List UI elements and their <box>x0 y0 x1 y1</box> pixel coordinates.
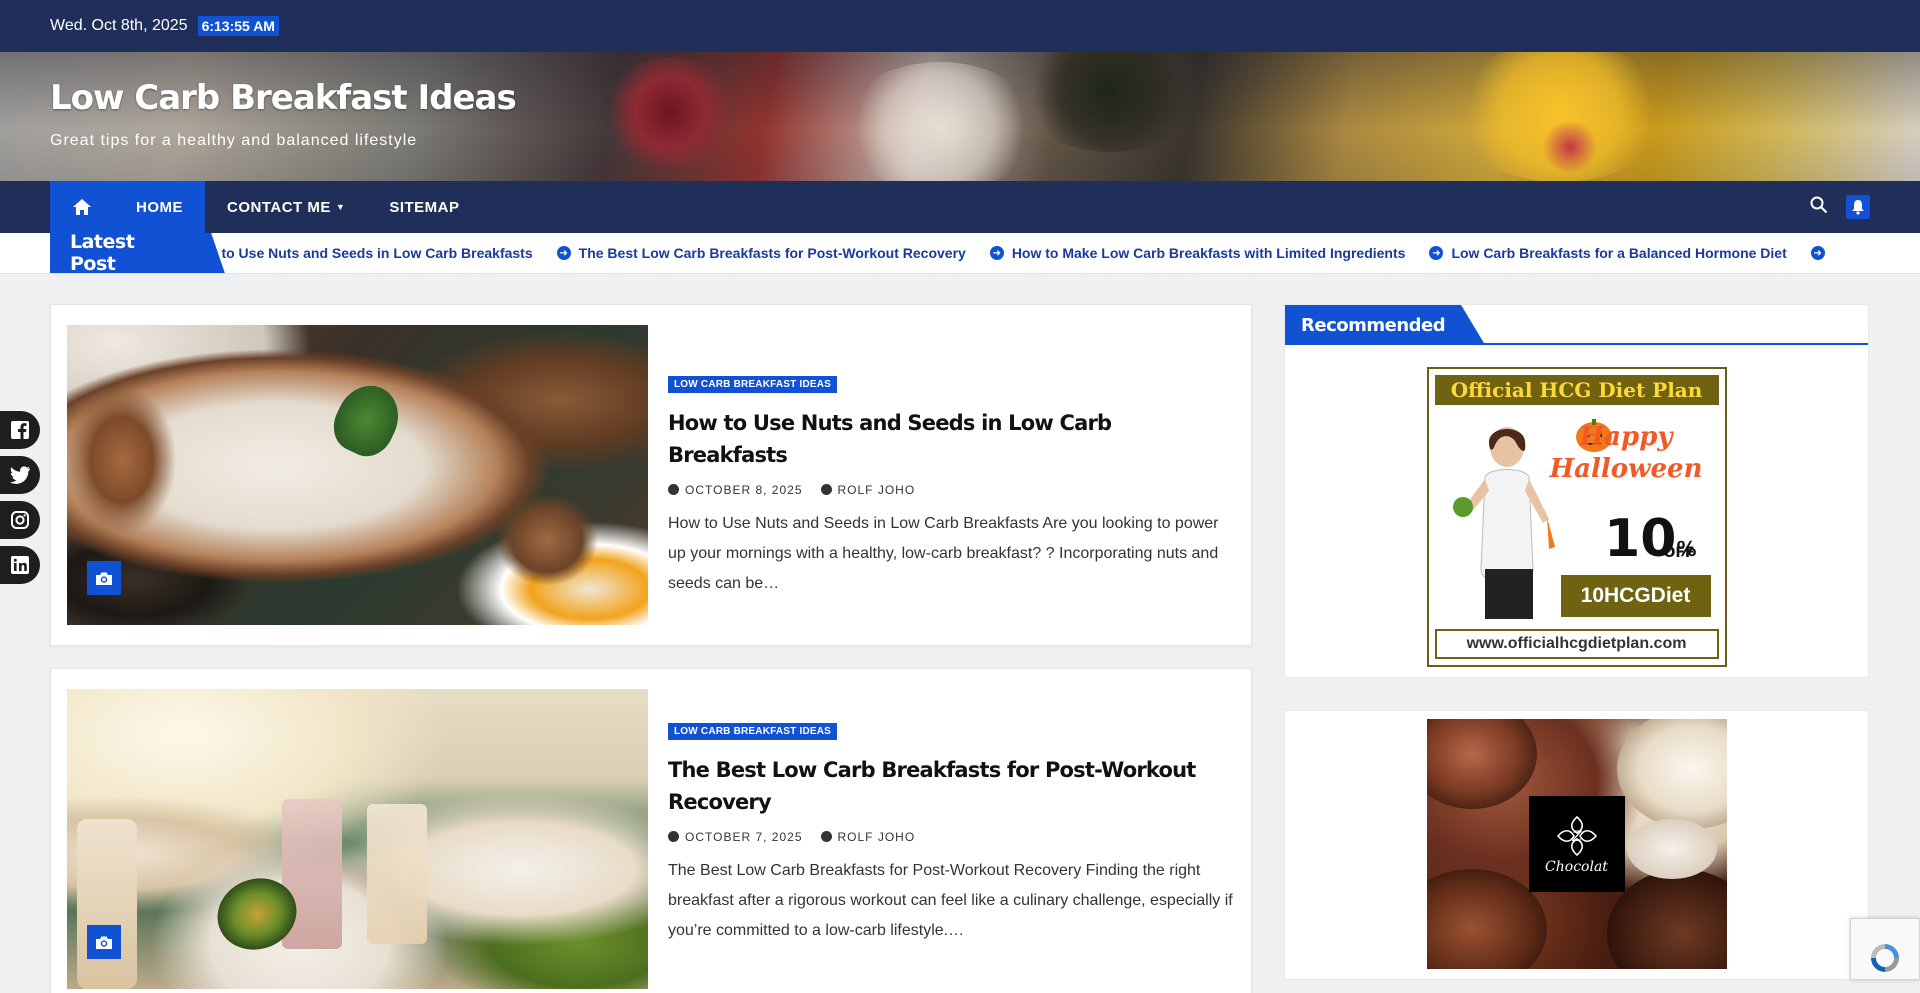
post-title[interactable]: The Best Low Carb Breakfasts for Post-Wo… <box>668 754 1235 818</box>
ad-discount: 10% OFF <box>1604 509 1696 569</box>
social-links <box>0 411 40 584</box>
nav-contact[interactable]: CONTACT ME ▼ <box>205 181 367 233</box>
current-time: 6:13:55 AM <box>197 16 279 36</box>
chocolate-widget: Z Chocolat <box>1284 710 1869 980</box>
ad-url: www.officialhcgdietplan.com <box>1434 629 1719 659</box>
post-author[interactable]: ROLF JOHO <box>820 830 916 844</box>
ticker-item[interactable]: ➜ <box>1810 246 1857 260</box>
svg-text:Z: Z <box>1571 829 1582 845</box>
arrow-right-icon: ➜ <box>556 246 571 260</box>
post-title[interactable]: How to Use Nuts and Seeds in Low Carb Br… <box>668 407 1235 471</box>
ticker-item-text: Low Carb Breakfasts for a Balanced Hormo… <box>1451 245 1787 261</box>
linkedin-icon[interactable] <box>0 546 40 584</box>
post-thumbnail[interactable] <box>67 689 648 989</box>
twitter-icon[interactable] <box>0 456 40 494</box>
post-thumbnail[interactable] <box>67 325 648 625</box>
post-date[interactable]: OCTOBER 7, 2025 <box>668 830 803 844</box>
facebook-icon[interactable] <box>0 411 40 449</box>
nav-contact-label: CONTACT ME <box>227 198 331 216</box>
user-icon <box>820 484 832 495</box>
arrow-right-icon: ➜ <box>1810 246 1825 260</box>
ornament-icon: Z <box>1556 815 1597 857</box>
ad-off: OFF <box>1663 545 1695 561</box>
post-list: LOW CARB BREAKFAST IDEAS How to Use Nuts… <box>50 304 1252 993</box>
chevron-down-icon: ▼ <box>335 202 346 212</box>
site-header: Low Carb Breakfast Ideas Great tips for … <box>0 52 1920 181</box>
search-icon[interactable] <box>1810 196 1828 219</box>
ticker-item-text: How to Use Nuts and Seeds in Low Carb Br… <box>220 245 533 261</box>
post-date-text: OCTOBER 8, 2025 <box>685 483 803 497</box>
ticker-item-text: How to Make Low Carb Breakfasts with Lim… <box>1011 245 1406 261</box>
ticker-track: How to Use Nuts and Seeds in Low Carb Br… <box>220 245 1920 261</box>
clock-icon <box>668 484 679 495</box>
hcg-diet-ad[interactable]: Official HCG Diet Plan Happy Halloween 10… <box>1426 367 1727 667</box>
post-excerpt: How to Use Nuts and Seeds in Low Carb Br… <box>668 515 1219 592</box>
post-author-text: ROLF JOHO <box>837 830 916 844</box>
nav-sitemap-label: SITEMAP <box>389 198 460 216</box>
nav-home[interactable]: HOME <box>114 181 205 233</box>
post-category[interactable]: LOW CARB BREAKFAST IDEAS <box>668 723 838 740</box>
sidebar: Recommended Official HCG Diet Plan Happy… <box>1284 304 1869 980</box>
arrow-right-icon: ➜ <box>1429 246 1444 260</box>
ad-coupon-code: 10HCGDiet <box>1560 575 1711 617</box>
camera-icon <box>87 925 121 959</box>
home-icon[interactable] <box>50 181 114 233</box>
main-navigation: HOME CONTACT ME ▼ SITEMAP <box>0 181 1920 233</box>
clock-icon <box>668 831 679 842</box>
nav-home-label: HOME <box>136 198 183 216</box>
recommended-widget: Recommended Official HCG Diet Plan Happy… <box>1284 304 1869 678</box>
nav-sitemap[interactable]: SITEMAP <box>367 181 481 233</box>
post-card: LOW CARB BREAKFAST IDEAS How to Use Nuts… <box>50 304 1252 646</box>
chocolat-ad[interactable]: Z Chocolat <box>1426 719 1727 969</box>
instagram-icon[interactable] <box>0 501 40 539</box>
site-title[interactable]: Low Carb Breakfast Ideas <box>50 78 517 118</box>
ad-promo-line2: Halloween <box>1549 454 1703 484</box>
ticker-item[interactable]: ➜ Low Carb Breakfasts for a Balanced Horm… <box>1429 245 1810 261</box>
latest-post-label: Latest Post <box>50 233 225 273</box>
post-date-text: OCTOBER 7, 2025 <box>685 830 803 844</box>
post-date[interactable]: OCTOBER 8, 2025 <box>668 483 803 497</box>
post-author-text: ROLF JOHO <box>837 483 916 497</box>
chocolat-logo: Z Chocolat <box>1528 796 1625 892</box>
user-icon <box>820 831 832 842</box>
ad-model-image <box>1452 427 1555 619</box>
camera-icon <box>87 561 121 595</box>
ad-promo: Happy Halloween <box>1550 421 1703 485</box>
post-category[interactable]: LOW CARB BREAKFAST IDEAS <box>668 376 838 393</box>
recaptcha-icon <box>1871 944 1899 972</box>
post-card: LOW CARB BREAKFAST IDEAS The Best Low Ca… <box>50 668 1252 993</box>
site-tagline: Great tips for a healthy and balanced li… <box>50 132 418 149</box>
ad-promo-line1: Happy <box>1579 422 1673 452</box>
widget-header: Recommended <box>1285 305 1868 345</box>
widget-title: Recommended <box>1285 305 1486 345</box>
top-bar: Wed. Oct 8th, 2025 6:13:55 AM <box>0 0 1920 52</box>
ticker-item[interactable]: ➜ How to Make Low Carb Breakfasts with Li… <box>989 245 1430 261</box>
ticker-item[interactable]: ➜ The Best Low Carb Breakfasts for Post-W… <box>556 245 990 261</box>
post-excerpt: The Best Low Carb Breakfasts for Post-Wo… <box>668 862 1233 939</box>
post-author[interactable]: ROLF JOHO <box>820 483 916 497</box>
recaptcha-badge[interactable] <box>1850 918 1920 980</box>
chocolat-brand: Chocolat <box>1545 859 1608 875</box>
arrow-right-icon: ➜ <box>989 246 1004 260</box>
ticker-item[interactable]: How to Use Nuts and Seeds in Low Carb Br… <box>220 245 557 261</box>
ticker-item-text: The Best Low Carb Breakfasts for Post-Wo… <box>578 245 966 261</box>
current-date: Wed. Oct 8th, 2025 <box>50 17 188 34</box>
latest-post-ticker: Latest Post How to Use Nuts and Seeds in… <box>0 233 1920 274</box>
ad-headline: Official HCG Diet Plan <box>1434 375 1719 405</box>
bell-icon[interactable] <box>1846 195 1870 219</box>
